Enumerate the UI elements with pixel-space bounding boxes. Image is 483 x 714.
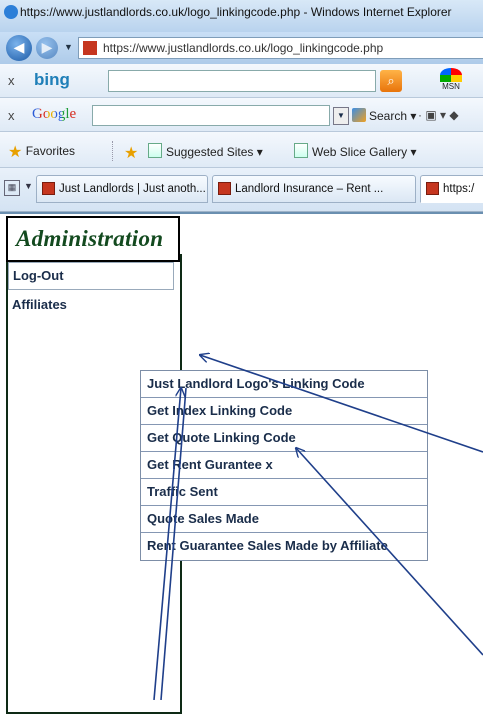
tab-current[interactable]: https:/: [420, 175, 483, 203]
favorites-bar: ★ Favorites ★ Suggested Sites ▾ Web Slic…: [0, 132, 483, 168]
bing-toolbar: x bing ⌕ MSN: [0, 64, 483, 98]
msn-label: MSN: [442, 82, 460, 91]
google-history-dropdown-icon[interactable]: ▼: [333, 107, 349, 125]
msn-butterfly-icon: [440, 68, 462, 82]
close-bing-toolbar-button[interactable]: x: [8, 73, 15, 88]
google-toolbar: x Google ▼ Search ▾ · ▣ ▾ ◆: [0, 98, 483, 132]
submenu-item-quote-linking-code[interactable]: Get Quote Linking Code: [141, 425, 427, 452]
submenu-item-rent-guarantee[interactable]: Get Rent Gurantee x: [141, 452, 427, 479]
back-button[interactable]: ◀: [6, 35, 32, 61]
page-icon: [294, 143, 308, 158]
search-icon[interactable]: ⌕: [380, 70, 402, 92]
admin-header: Administration: [6, 216, 180, 262]
address-url: https://www.justlandlords.co.uk/logo_lin…: [103, 41, 384, 55]
ie-icon: [4, 5, 18, 19]
address-field[interactable]: https://www.justlandlords.co.uk/logo_lin…: [78, 37, 483, 59]
page-content: Administration Log-Out Affiliates Just L…: [0, 212, 483, 714]
submenu-item-quote-sales[interactable]: Quote Sales Made: [141, 506, 427, 533]
favorites-button[interactable]: ★ Favorites: [8, 142, 75, 162]
bing-logo: bing: [34, 70, 70, 89]
add-favorite-icon[interactable]: ★: [124, 143, 138, 163]
page-icon: [148, 143, 162, 158]
favorites-star-icon: ★: [8, 144, 23, 161]
bing-search-input[interactable]: [108, 70, 376, 92]
favorites-separator: [112, 141, 113, 161]
submenu-item-index-linking-code[interactable]: Get Index Linking Code: [141, 398, 427, 425]
google-search-input[interactable]: [92, 105, 330, 126]
submenu-item-traffic-sent[interactable]: Traffic Sent: [141, 479, 427, 506]
address-row: ◀ ▶ ▼ https://www.justlandlords.co.uk/lo…: [0, 32, 483, 64]
tab-just-landlords[interactable]: Just Landlords | Just anoth...: [36, 175, 208, 203]
google-logo: Google: [32, 106, 77, 122]
tab-landlord-insurance[interactable]: Landlord Insurance – Rent ...: [212, 175, 416, 203]
affiliates-submenu: Just Landlord Logo's Linking Code Get In…: [140, 370, 428, 561]
suggested-sites-link[interactable]: Suggested Sites ▾: [148, 143, 263, 159]
tab-bar: ▦ ▼ Just Landlords | Just anoth... Landl…: [0, 168, 483, 212]
title-bar: https://www.justlandlords.co.uk/logo_lin…: [0, 0, 483, 32]
quick-tabs-icon[interactable]: ▦: [4, 180, 20, 196]
sidebar-item-affiliates[interactable]: Affiliates: [8, 292, 174, 320]
close-google-toolbar-button[interactable]: x: [8, 108, 15, 123]
google-search-button[interactable]: Search ▾: [352, 108, 416, 123]
forward-button[interactable]: ▶: [36, 37, 58, 59]
tab-list-dropdown-icon[interactable]: ▼: [24, 181, 33, 191]
history-dropdown-icon[interactable]: ▼: [64, 42, 73, 52]
web-slice-gallery-link[interactable]: Web Slice Gallery ▾: [294, 143, 417, 159]
site-favicon-icon: [42, 182, 55, 195]
google-search-icon: [352, 108, 366, 122]
site-favicon-icon: [83, 41, 97, 55]
submenu-item-logo-linking-code[interactable]: Just Landlord Logo's Linking Code: [141, 371, 427, 398]
window-title: https://www.justlandlords.co.uk/logo_lin…: [20, 5, 452, 19]
site-favicon-icon: [426, 182, 439, 195]
google-toolbar-more-icon[interactable]: · ▣ ▾ ◆: [418, 108, 459, 122]
page-title: Administration: [16, 226, 164, 251]
sidebar-item-log-out[interactable]: Log-Out: [8, 262, 174, 290]
site-favicon-icon: [218, 182, 231, 195]
msn-button[interactable]: MSN: [440, 68, 462, 91]
submenu-item-rent-guarantee-sales[interactable]: Rent Guarantee Sales Made by Affiliate: [141, 533, 427, 560]
